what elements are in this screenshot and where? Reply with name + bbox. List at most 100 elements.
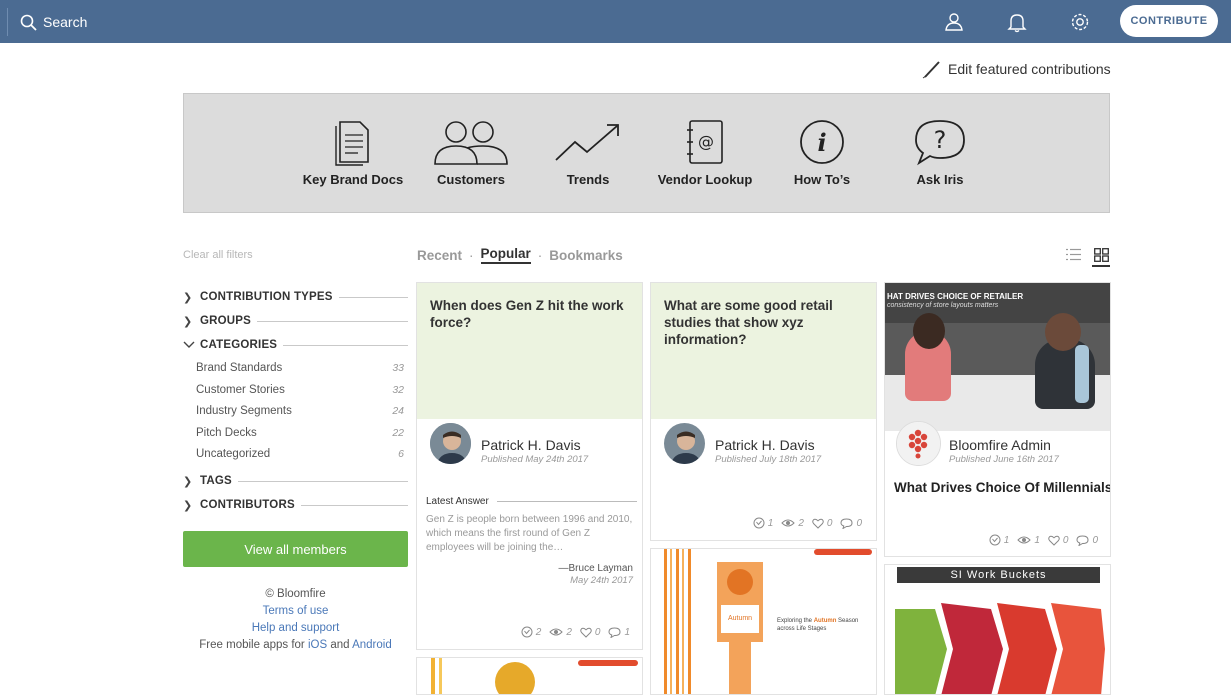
comments-count: 1 — [624, 626, 630, 638]
answer-date: May 24th 2017 — [570, 575, 633, 586]
tab-popular[interactable]: Popular — [480, 246, 531, 264]
category-uncategorized[interactable]: Uncategorized 6 — [196, 448, 404, 464]
help-and-support-link[interactable]: Help and support — [252, 622, 340, 634]
category-label: Pitch Decks — [196, 427, 257, 439]
featured-item-vendor-lookup[interactable]: @ Vendor Lookup — [646, 118, 764, 187]
document-icon — [335, 121, 369, 166]
question-bubble-icon: ? — [915, 120, 965, 166]
ios-app-link[interactable]: iOS — [308, 639, 327, 651]
chevron-right-icon: ❯ — [183, 291, 193, 304]
featured-item-how-tos[interactable]: i How To’s — [763, 118, 881, 187]
filter-groups[interactable]: ❯ GROUPS — [183, 313, 408, 329]
category-brand-standards[interactable]: Brand Standards 33 — [196, 362, 404, 378]
avatar — [662, 421, 707, 466]
heart-icon — [580, 627, 592, 638]
views-stat: 2 — [549, 627, 572, 638]
category-count: 22 — [392, 427, 404, 439]
likes-count: 0 — [826, 517, 833, 529]
answer-author: —Bruce Layman — [558, 563, 633, 574]
terms-of-use-link[interactable]: Terms of use — [263, 605, 329, 617]
answers-stat[interactable]: 1 — [989, 534, 1009, 546]
bell-icon[interactable] — [1006, 11, 1028, 33]
category-customer-stories[interactable]: Customer Stories 32 — [196, 384, 404, 400]
views-stat: 1 — [1017, 535, 1040, 546]
views-count: 2 — [566, 626, 572, 638]
filter-tags[interactable]: ❯ TAGS — [183, 473, 408, 489]
filter-categories[interactable]: CATEGORIES — [183, 337, 408, 353]
chevron-down-icon — [183, 341, 195, 348]
likes-stat[interactable]: 0 — [812, 517, 833, 529]
divider — [257, 320, 408, 322]
answers-count: 1 — [767, 517, 774, 529]
edit-featured-contributions-link[interactable]: Edit featured contributions — [922, 59, 1111, 79]
gear-icon[interactable] — [1069, 11, 1091, 33]
contribution-card[interactable]: When does Gen Z hit the work force? Patr… — [416, 282, 643, 650]
category-count: 32 — [392, 384, 404, 396]
featured-item-key-brand-docs[interactable]: Key Brand Docs — [294, 118, 412, 187]
card-stats: 2 2 0 1 — [513, 626, 630, 638]
category-count: 33 — [392, 362, 404, 374]
likes-stat[interactable]: 0 — [1048, 535, 1068, 546]
author-name[interactable]: Patrick H. Davis — [481, 437, 581, 453]
svg-text:?: ? — [934, 126, 947, 154]
contribution-card[interactable]: Autumn Exploring the Autumn Season acros… — [650, 548, 877, 695]
author-name[interactable]: Patrick H. Davis — [715, 437, 815, 453]
comments-count: 0 — [856, 517, 862, 529]
tab-separator: · — [537, 247, 543, 263]
latest-answer-heading: Latest Answer — [426, 496, 637, 507]
contribution-card[interactable]: SI Work Buckets — [884, 564, 1111, 695]
contribution-card[interactable]: HAT DRIVES CHOICE OF RETAILER consistenc… — [884, 282, 1111, 557]
featured-item-customers[interactable]: Customers — [412, 118, 530, 187]
sidebar-footer: © Bloomfire Terms of use Help and suppor… — [183, 586, 408, 654]
copyright-text: © Bloomfire — [265, 588, 326, 600]
tab-bookmarks[interactable]: Bookmarks — [549, 248, 623, 263]
category-industry-segments[interactable]: Industry Segments 24 — [196, 405, 404, 421]
address-book-icon: @ — [687, 120, 723, 164]
clear-all-filters-link[interactable]: Clear all filters — [183, 249, 253, 261]
comments-stat[interactable]: 0 — [840, 518, 862, 529]
slide-text: Exploring the Autumn Season across Life … — [777, 617, 867, 633]
views-stat: 2 — [781, 518, 804, 529]
likes-stat[interactable]: 0 — [580, 627, 600, 638]
answers-stat[interactable]: 2 — [521, 626, 541, 638]
pencil-icon — [922, 61, 940, 79]
card-cover-slide — [417, 658, 642, 694]
edit-featured-label: Edit featured contributions — [948, 61, 1111, 77]
card-question: When does Gen Z hit the work force? — [417, 283, 642, 419]
category-pitch-decks[interactable]: Pitch Decks 22 — [196, 427, 404, 443]
featured-label: Trends — [566, 172, 610, 187]
list-view-icon[interactable] — [1066, 248, 1081, 261]
card-title[interactable]: What Drives Choice Of Millennials — [894, 480, 1110, 495]
slide-text-prefix: Exploring the — [777, 618, 813, 624]
comments-stat[interactable]: 0 — [1076, 535, 1098, 546]
featured-item-ask-iris[interactable]: ? Ask Iris — [881, 118, 999, 187]
filter-label: CONTRIBUTORS — [200, 499, 295, 511]
contribute-button[interactable]: CONTRIBUTE — [1120, 5, 1218, 37]
view-all-members-button[interactable]: View all members — [183, 531, 408, 567]
tab-recent[interactable]: Recent — [417, 248, 462, 263]
featured-item-trends[interactable]: Trends — [529, 118, 647, 187]
svg-text:i: i — [817, 128, 826, 157]
heart-icon — [1048, 535, 1060, 546]
filter-label: CONTRIBUTION TYPES — [200, 291, 333, 303]
search-button[interactable]: Search — [20, 11, 87, 33]
slide-badge: Autumn — [721, 605, 759, 633]
divider — [338, 296, 408, 298]
mobile-apps-prefix: Free mobile apps for — [199, 639, 305, 651]
comments-stat[interactable]: 1 — [608, 627, 630, 638]
avatar — [428, 421, 473, 466]
card-cover-photo: HAT DRIVES CHOICE OF RETAILER consistenc… — [885, 283, 1110, 431]
filter-contribution-types[interactable]: ❯ CONTRIBUTION TYPES — [183, 289, 408, 305]
answers-stat[interactable]: 1 — [753, 517, 774, 529]
contribution-card[interactable]: What are some good retail studies that s… — [650, 282, 877, 541]
featured-label: Key Brand Docs — [302, 172, 404, 187]
user-profile-icon[interactable] — [943, 11, 965, 33]
contribution-card[interactable] — [416, 657, 643, 695]
search-icon — [20, 14, 37, 31]
card-question: What are some good retail studies that s… — [651, 283, 876, 419]
android-app-link[interactable]: Android — [352, 639, 392, 651]
author-name[interactable]: Bloomfire Admin — [949, 437, 1051, 453]
filter-contributors[interactable]: ❯ CONTRIBUTORS — [183, 497, 408, 513]
grid-view-icon[interactable] — [1094, 248, 1109, 262]
people-icon — [434, 121, 508, 165]
